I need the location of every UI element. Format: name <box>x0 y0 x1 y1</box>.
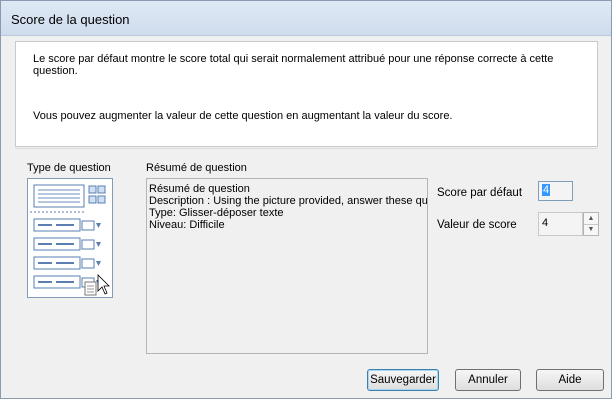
info-text-increase-value: Vous pouvez augmenter la valeur de cette… <box>33 110 453 122</box>
default-score-field[interactable]: 4 <box>538 181 573 201</box>
save-button[interactable]: Sauvegarder <box>367 369 439 391</box>
default-score-label: Score par défaut <box>437 187 523 199</box>
info-text-default-score: Le score par défaut montre le score tota… <box>33 53 554 77</box>
info-panel: Le score par défaut montre le score tota… <box>15 41 598 147</box>
score-value-field[interactable]: 4 <box>538 212 583 236</box>
default-score-value: 4 <box>542 184 551 196</box>
drag-and-drop-text-icon <box>30 184 110 296</box>
score-value-spinner[interactable]: ▲ ▼ <box>583 212 599 236</box>
divider <box>15 148 598 149</box>
summary-type: Type: Glisser-déposer texte <box>149 207 284 219</box>
summary-level: Niveau: Difficile <box>149 219 225 231</box>
question-type-label: Type de question <box>27 162 111 174</box>
cancel-button[interactable]: Annuler <box>455 369 521 391</box>
arrow-down-icon[interactable]: ▼ <box>584 224 598 235</box>
summary-heading: Résumé de question <box>149 183 250 195</box>
title-bar: Score de la question <box>1 1 611 36</box>
question-summary-box[interactable]: Résumé de question Description : Using t… <box>146 178 428 354</box>
summary-description: Description : Using the picture provided… <box>149 195 428 207</box>
summary-label: Résumé de question <box>146 162 247 174</box>
help-button[interactable]: Aide <box>536 369 604 391</box>
window-title: Score de la question <box>11 12 130 27</box>
dialog-window: Score de la question Le score par défaut… <box>0 0 612 399</box>
score-value-label: Valeur de score <box>437 219 517 231</box>
question-type-preview <box>27 178 113 298</box>
